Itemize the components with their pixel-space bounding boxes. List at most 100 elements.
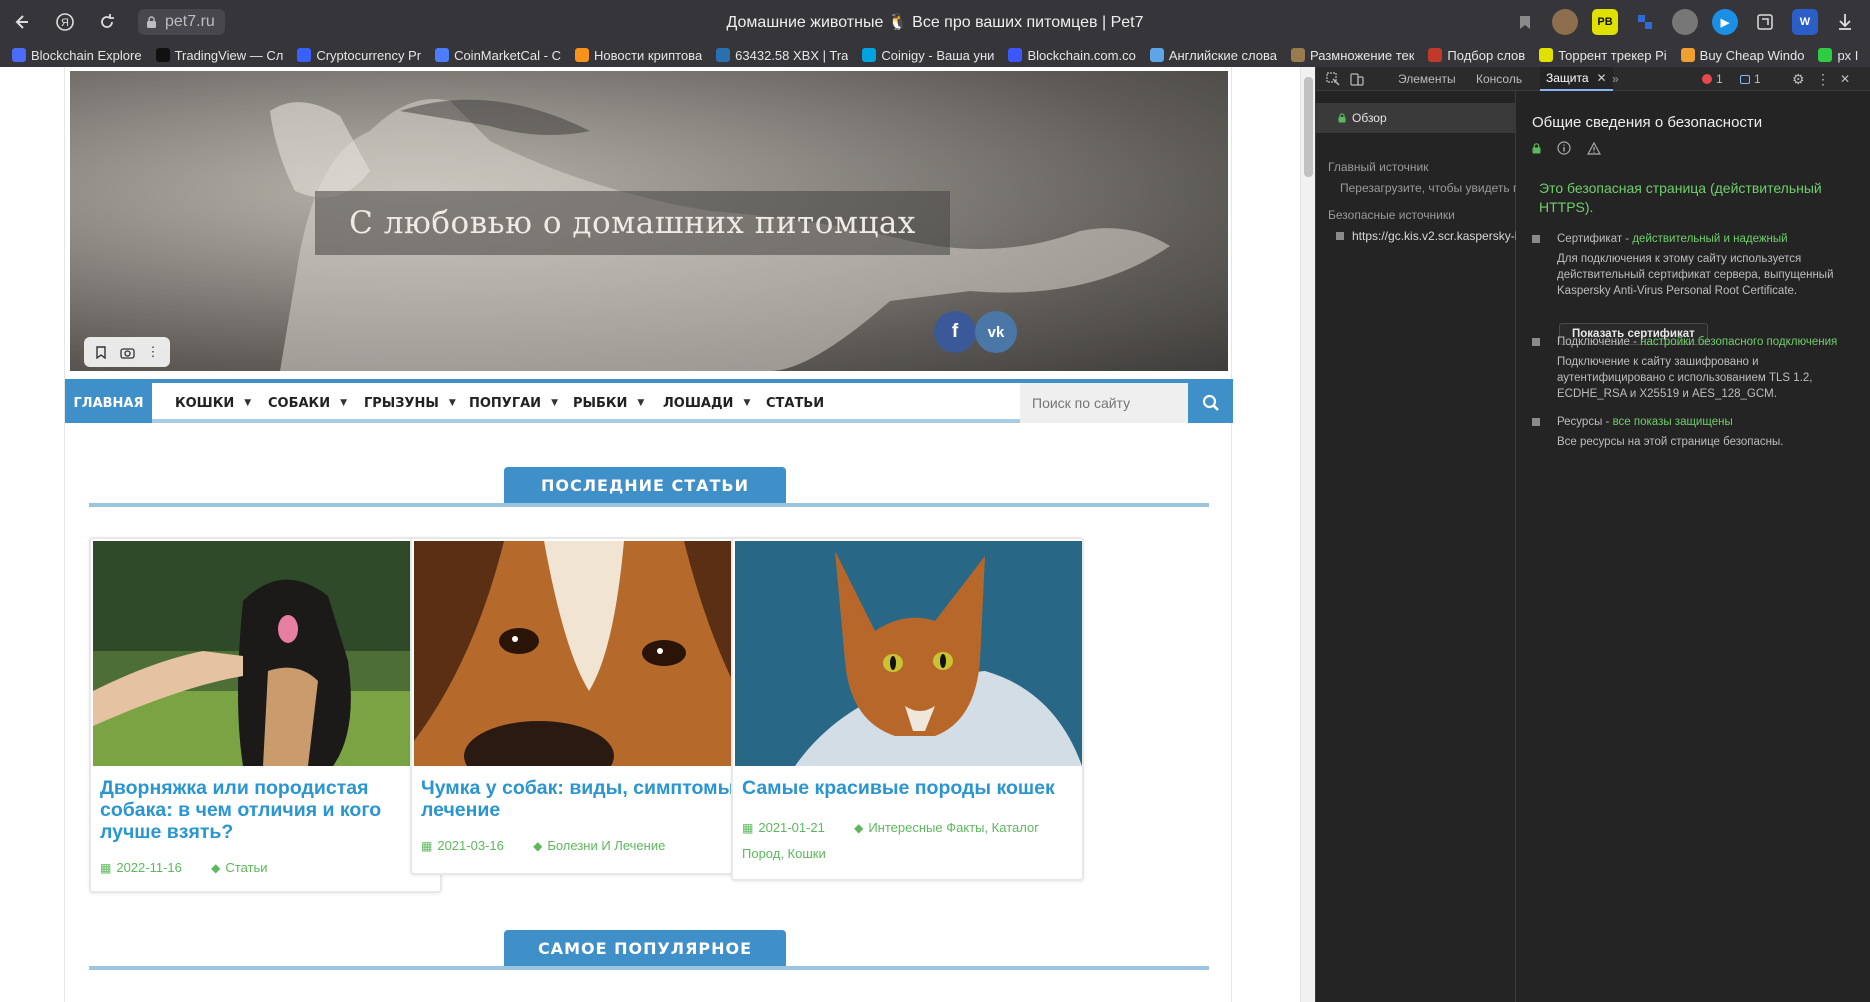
bookmark-favicon-icon bbox=[1149, 48, 1164, 62]
bookmark-icon[interactable] bbox=[90, 341, 112, 363]
beagle-photo[interactable] bbox=[414, 541, 761, 766]
calendar-icon: ▦ bbox=[100, 861, 112, 875]
site-search-input[interactable] bbox=[1020, 383, 1188, 423]
bookmark-favicon-icon bbox=[862, 48, 877, 62]
popular-title: САМОЕ ПОПУЛЯРНОЕ bbox=[504, 930, 786, 966]
page-scrollbar[interactable] bbox=[1300, 67, 1315, 1002]
bookmark-label: CoinMarketCal - C bbox=[454, 47, 561, 63]
inspect-element-icon[interactable] bbox=[1326, 67, 1340, 91]
connection-bullet bbox=[1532, 338, 1540, 346]
bookmark-favicon-icon bbox=[1539, 48, 1554, 62]
scrollbar-thumb[interactable] bbox=[1304, 77, 1313, 177]
latest-articles-title: ПОСЛЕДНИЕ СТАТЬИ bbox=[504, 467, 786, 503]
play-extension-icon[interactable]: ▶ bbox=[1712, 9, 1738, 35]
bookmark-item[interactable]: 63432.58 XBX | Tra bbox=[716, 48, 848, 63]
message-counter[interactable]: 1 bbox=[1740, 67, 1761, 91]
nav-item-4[interactable]: ПОПУГАИ ▼ bbox=[451, 383, 558, 423]
facebook-icon[interactable]: f bbox=[934, 311, 976, 353]
nav-item-3[interactable]: ГРЫЗУНЫ ▼ bbox=[346, 383, 456, 423]
close-icon[interactable]: ✕ bbox=[1597, 71, 1607, 85]
circle-extension-icon[interactable] bbox=[1672, 9, 1698, 35]
bookmark-item[interactable]: TradingView — Сл bbox=[155, 48, 283, 63]
settings-gear-icon[interactable]: ⚙ bbox=[1792, 67, 1805, 91]
word-extension-icon[interactable]: W bbox=[1792, 9, 1818, 35]
search-button[interactable] bbox=[1188, 383, 1233, 423]
tab-security[interactable]: Защита ✕ bbox=[1540, 67, 1613, 91]
security-status-icons bbox=[1532, 141, 1601, 155]
nav-label: ПОПУГАИ bbox=[469, 395, 542, 411]
connection-status[interactable]: настройки безопасного подключения bbox=[1640, 336, 1837, 348]
address-bar[interactable]: pet7.ru bbox=[138, 9, 225, 35]
resources-bullet bbox=[1532, 418, 1540, 426]
bookmark-item[interactable]: px I bbox=[1818, 48, 1858, 63]
warning-icon bbox=[1587, 141, 1601, 155]
article-card[interactable]: Чумка у собак: виды, симптомы и лечение … bbox=[410, 537, 763, 875]
bookmark-favicon-icon bbox=[716, 48, 731, 62]
search-icon bbox=[1202, 394, 1219, 411]
card-tags[interactable]: Статьи bbox=[225, 860, 267, 875]
reload-icon[interactable] bbox=[94, 9, 120, 35]
article-card[interactable]: Дворняжка или породистая собака: в чем о… bbox=[89, 537, 442, 893]
bookmark-item[interactable]: Blockchain.com.co bbox=[1008, 48, 1136, 63]
page-viewport: С любовью о домашних питомцах f vk ⋮ ГЛА… bbox=[0, 67, 1315, 1002]
nav-label: РЫБКИ bbox=[573, 395, 628, 411]
card-title[interactable]: Самые красивые породы кошек bbox=[742, 777, 1077, 799]
error-counter[interactable]: 1 bbox=[1702, 67, 1723, 91]
tab-security-label: Защита bbox=[1546, 71, 1589, 85]
more-vertical-icon[interactable]: ⋮ bbox=[1816, 67, 1830, 91]
vk-icon[interactable]: vk bbox=[975, 311, 1017, 353]
article-card[interactable]: Самые красивые породы кошек ▦ 2021-01-21 … bbox=[731, 537, 1084, 881]
bookmark-item[interactable]: Blockchain Explore bbox=[12, 48, 142, 63]
nav-label: СОБАКИ bbox=[268, 395, 331, 411]
secure-origin-link[interactable]: https://gc.kis.v2.scr.kaspersky-l bbox=[1352, 229, 1516, 243]
more-vertical-icon[interactable]: ⋮ bbox=[142, 341, 164, 363]
bookmark-label: Подбор слов bbox=[1447, 47, 1526, 63]
certificate-status: действительный и надежный bbox=[1632, 233, 1788, 245]
extension-toolbar: PB ▶ W bbox=[1512, 9, 1858, 35]
nav-item-7[interactable]: СТАТЬИ bbox=[748, 383, 824, 423]
sidebar-item-overview[interactable]: Обзор bbox=[1316, 103, 1516, 133]
tab-elements[interactable]: Элементы bbox=[1398, 67, 1456, 91]
yandex-logo-icon[interactable]: Я bbox=[52, 9, 78, 35]
card-meta: ▦ 2021-03-16 ◆ Болезни И Лечение bbox=[421, 833, 756, 859]
bookmark-item[interactable]: Подбор слов bbox=[1428, 48, 1525, 63]
bookmark-item[interactable]: Новости криптова bbox=[574, 48, 702, 63]
device-toolbar-icon[interactable] bbox=[1350, 67, 1364, 91]
nav-item-6[interactable]: ЛОШАДИ ▼ bbox=[645, 383, 750, 423]
bookmark-item[interactable]: Торрент трекер Pi bbox=[1539, 48, 1667, 63]
card-title[interactable]: Чумка у собак: виды, симптомы и лечение bbox=[421, 777, 756, 821]
nav-item-2[interactable]: СОБАКИ ▼ bbox=[250, 383, 347, 423]
bookmark-item[interactable]: Размножение тек bbox=[1291, 48, 1414, 63]
card-date: 2022-11-16 bbox=[116, 860, 182, 875]
puzzle-extension-icon[interactable] bbox=[1632, 9, 1658, 35]
certificate-description: Для подключения к этому сайту использует… bbox=[1557, 253, 1834, 297]
nav-item-1[interactable]: КОШКИ ▼ bbox=[157, 383, 251, 423]
nav-item-5[interactable]: РЫБКИ ▼ bbox=[555, 383, 644, 423]
certificate-heading: Сертификат - действительный и надежный bbox=[1557, 231, 1857, 247]
more-tabs-icon[interactable]: » bbox=[1612, 67, 1619, 91]
camera-search-icon[interactable] bbox=[116, 341, 138, 363]
lock-icon bbox=[1338, 113, 1346, 123]
nav-item-0[interactable]: ГЛАВНАЯ bbox=[65, 383, 152, 423]
abyssinian-cat-photo[interactable] bbox=[735, 541, 1082, 766]
bookmark-item[interactable]: Английские слова bbox=[1149, 48, 1277, 63]
dog-paw-photo[interactable] bbox=[93, 541, 440, 766]
extensions-menu-icon[interactable] bbox=[1752, 9, 1778, 35]
bookmark-item[interactable]: Buy Cheap Windo bbox=[1680, 48, 1804, 63]
tab-console[interactable]: Консоль bbox=[1476, 67, 1522, 91]
bookmark-item[interactable]: CoinMarketCal - C bbox=[435, 48, 561, 63]
card-tags[interactable]: Болезни И Лечение bbox=[547, 838, 665, 853]
bookmark-icon[interactable] bbox=[1512, 9, 1538, 35]
bookmark-item[interactable]: Cryptocurrency Pr bbox=[297, 48, 421, 63]
bookmark-item[interactable]: Coinigy - Ваша уни bbox=[862, 48, 994, 63]
download-icon[interactable] bbox=[1832, 9, 1858, 35]
tags-icon: ◆ bbox=[533, 839, 543, 853]
pb-extension-icon[interactable]: PB bbox=[1592, 9, 1618, 35]
bookmark-favicon-icon bbox=[1680, 48, 1695, 62]
card-title[interactable]: Дворняжка или породистая собака: в чем о… bbox=[100, 777, 435, 843]
close-devtools-icon[interactable]: ✕ bbox=[1840, 67, 1850, 91]
back-arrow-icon[interactable] bbox=[8, 9, 34, 35]
cookie-extension-icon[interactable] bbox=[1552, 9, 1578, 35]
latest-articles-header: ПОСЛЕДНИЕ СТАТЬИ bbox=[89, 467, 1209, 507]
calendar-icon: ▦ bbox=[421, 839, 433, 853]
